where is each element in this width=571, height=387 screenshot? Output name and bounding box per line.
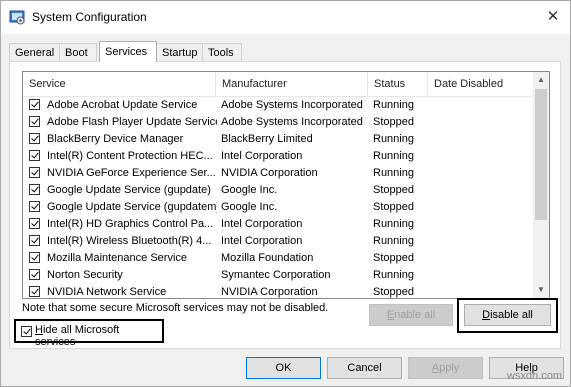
cancel-button[interactable]: Cancel xyxy=(327,357,402,379)
services-panel: Service Manufacturer Status Date Disable… xyxy=(9,61,561,349)
tab-services[interactable]: Services xyxy=(99,41,157,62)
hide-microsoft-services-label[interactable]: Hide all Microsoft services xyxy=(35,324,162,348)
service-manufacturer: Mozilla Foundation xyxy=(221,252,314,264)
column-header-status[interactable]: Status xyxy=(368,72,428,96)
list-header: Service Manufacturer Status Date Disable… xyxy=(23,72,533,97)
service-checkbox[interactable] xyxy=(29,269,40,280)
title-bar: System Configuration ✕ xyxy=(1,1,570,34)
service-status: Running xyxy=(373,218,414,230)
service-status: Stopped xyxy=(373,116,414,128)
service-checkbox[interactable] xyxy=(29,286,40,297)
service-manufacturer: BlackBerry Limited xyxy=(221,133,313,145)
secure-services-note: Note that some secure Microsoft services… xyxy=(22,302,329,314)
service-status: Stopped xyxy=(373,184,414,196)
close-icon: ✕ xyxy=(546,8,560,25)
service-name: Intel(R) HD Graphics Control Pa... xyxy=(47,218,214,230)
services-list[interactable]: Service Manufacturer Status Date Disable… xyxy=(22,71,550,299)
service-status: Running xyxy=(373,235,414,247)
service-status: Running xyxy=(373,269,414,281)
service-checkbox[interactable] xyxy=(29,150,40,161)
table-row[interactable]: NVIDIA GeForce Experience Ser... NVIDIA C… xyxy=(23,165,533,182)
apply-button[interactable]: Apply xyxy=(408,357,483,379)
table-row[interactable]: Adobe Flash Player Update Service Adobe S… xyxy=(23,114,533,131)
service-name: Google Update Service (gupdate) xyxy=(47,184,211,196)
tab-tools[interactable]: Tools xyxy=(202,43,242,61)
table-row[interactable]: Adobe Acrobat Update Service Adobe System… xyxy=(23,97,533,114)
scroll-up-arrow-icon[interactable]: ▲ xyxy=(533,72,549,88)
service-status: Stopped xyxy=(373,286,414,298)
service-manufacturer: NVIDIA Corporation xyxy=(221,167,318,179)
system-configuration-window: System Configuration ✕ General Boot Serv… xyxy=(0,0,571,387)
table-row[interactable]: Intel(R) HD Graphics Control Pa... Intel … xyxy=(23,216,533,233)
column-header-manufacturer[interactable]: Manufacturer xyxy=(216,72,368,96)
msconfig-app-icon xyxy=(9,10,25,25)
service-checkbox[interactable] xyxy=(29,116,40,127)
tab-strip: General Boot Services Startup Tools xyxy=(9,41,561,62)
service-status: Running xyxy=(373,167,414,179)
service-checkbox[interactable] xyxy=(29,201,40,212)
service-name: Adobe Flash Player Update Service xyxy=(47,116,217,128)
service-status: Running xyxy=(373,99,414,111)
table-row[interactable]: NVIDIA Network Service NVIDIA Corporation… xyxy=(23,284,533,298)
service-checkbox[interactable] xyxy=(29,252,40,263)
service-manufacturer: Intel Corporation xyxy=(221,235,303,247)
table-row[interactable]: Intel(R) Content Protection HEC... Intel … xyxy=(23,148,533,165)
service-checkbox[interactable] xyxy=(29,218,40,229)
table-row[interactable]: BlackBerry Device Manager BlackBerry Limi… xyxy=(23,131,533,148)
service-status: Running xyxy=(373,133,414,145)
service-name: Intel(R) Wireless Bluetooth(R) 4... xyxy=(47,235,212,247)
tab-boot[interactable]: Boot xyxy=(59,43,97,61)
service-manufacturer: Intel Corporation xyxy=(221,218,303,230)
service-name: Google Update Service (gupdatem) xyxy=(47,201,217,213)
service-manufacturer: Adobe Systems Incorporated xyxy=(221,99,363,111)
hide-microsoft-services-highlight: Hide all Microsoft services xyxy=(14,319,164,348)
service-name: Norton Security xyxy=(47,269,123,281)
service-manufacturer: Symantec Corporation xyxy=(221,269,331,281)
table-row[interactable]: Google Update Service (gupdatem) Google I… xyxy=(23,199,533,216)
table-row[interactable]: Mozilla Maintenance Service Mozilla Found… xyxy=(23,250,533,267)
window-title: System Configuration xyxy=(32,10,147,24)
enable-all-button[interactable]: Enable all xyxy=(369,304,453,326)
service-name: Mozilla Maintenance Service xyxy=(47,252,188,264)
tab-startup[interactable]: Startup xyxy=(156,43,203,61)
close-button[interactable]: ✕ xyxy=(536,1,570,32)
service-name: BlackBerry Device Manager xyxy=(47,133,184,145)
service-name: Intel(R) Content Protection HEC... xyxy=(47,150,213,162)
service-status: Stopped xyxy=(373,201,414,213)
service-checkbox[interactable] xyxy=(29,235,40,246)
service-name: NVIDIA GeForce Experience Ser... xyxy=(47,167,216,179)
service-name: Adobe Acrobat Update Service xyxy=(47,99,198,111)
hide-microsoft-services-checkbox[interactable] xyxy=(21,326,32,337)
service-manufacturer: Intel Corporation xyxy=(221,150,303,162)
service-status: Stopped xyxy=(373,252,414,264)
service-manufacturer: NVIDIA Corporation xyxy=(221,286,318,298)
vertical-scrollbar[interactable]: ▲ ▼ xyxy=(533,72,549,298)
service-name: NVIDIA Network Service xyxy=(47,286,167,298)
service-manufacturer: Google Inc. xyxy=(221,201,278,213)
disable-all-button[interactable]: Disable all xyxy=(464,304,551,326)
table-row[interactable]: Norton Security Symantec Corporation Runni… xyxy=(23,267,533,284)
column-header-service[interactable]: Service xyxy=(23,72,216,96)
service-checkbox[interactable] xyxy=(29,184,40,195)
table-row[interactable]: Intel(R) Wireless Bluetooth(R) 4... Intel… xyxy=(23,233,533,250)
disable-all-highlight: Disable all xyxy=(457,298,558,333)
scrollbar-thumb[interactable] xyxy=(535,89,547,220)
watermark-text: wsxdn.com xyxy=(506,370,562,382)
ok-button[interactable]: OK xyxy=(246,357,321,379)
service-checkbox[interactable] xyxy=(29,133,40,144)
service-status: Running xyxy=(373,150,414,162)
service-checkbox[interactable] xyxy=(29,99,40,110)
table-row[interactable]: Google Update Service (gupdate) Google In… xyxy=(23,182,533,199)
scroll-down-arrow-icon[interactable]: ▼ xyxy=(533,282,549,298)
tab-general[interactable]: General xyxy=(9,43,60,61)
service-checkbox[interactable] xyxy=(29,167,40,178)
service-manufacturer: Adobe Systems Incorporated xyxy=(221,116,363,128)
service-manufacturer: Google Inc. xyxy=(221,184,278,196)
column-header-date-disabled[interactable]: Date Disabled xyxy=(428,72,533,96)
